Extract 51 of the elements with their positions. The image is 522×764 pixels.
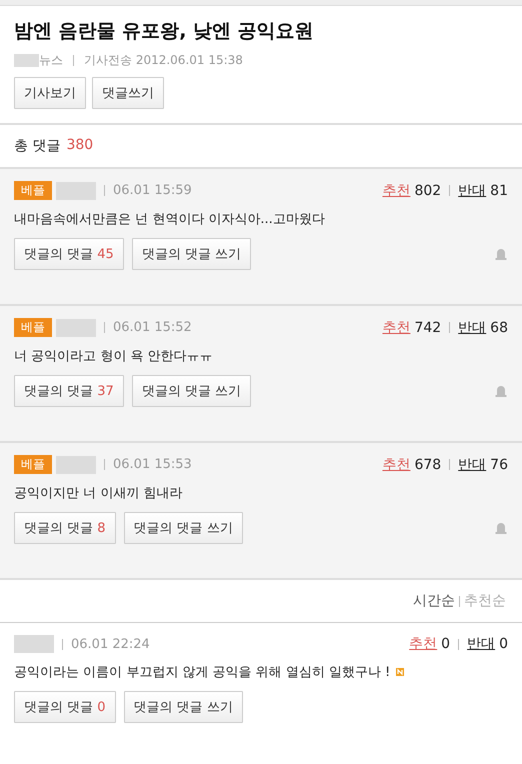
comment-text: 너 공익이라고 형이 욕 안한다ㅠㅠ [14,348,214,365]
dislike-count: 76 [490,456,508,472]
like-count: 678 [414,456,442,472]
replies-button[interactable]: 댓글의 댓글 45 [14,238,124,270]
dislike-link[interactable]: 반대 [458,318,486,336]
dislike-count: 68 [490,320,508,336]
like-link[interactable]: 추천 [382,456,410,474]
like-link[interactable]: 추천 [382,318,410,336]
article-title: 밤엔 음란물 유포왕, 낮엔 공익요원 [14,19,315,44]
redacted-block [14,54,39,67]
best-badge: 베플 [14,181,52,200]
like-link[interactable]: 추천 [409,635,438,653]
sort-tab[interactable]: 시간순 [413,592,455,610]
like-count: 802 [414,182,442,198]
total-label: 총 댓글 [14,137,60,155]
replies-button[interactable]: 댓글의 댓글 37 [14,375,124,407]
comment-time: 06.01 22:24 [71,636,150,652]
like-count: 0 [441,636,450,652]
like-count: 742 [414,320,442,336]
redacted-name [14,635,54,653]
dislike-link[interactable]: 반대 [467,635,496,653]
siren-icon[interactable] [494,247,508,261]
comment-time: 06.01 15:59 [113,183,192,198]
best-badge: 베플 [14,318,52,337]
dislike-count: 81 [490,182,508,198]
redacted-name [56,182,96,200]
sent-time: 기사전송 2012.06.01 15:38 [84,52,243,69]
dislike-link[interactable]: 반대 [458,456,486,474]
comment-text: 공익이지만 너 이새끼 힘내라 [14,485,184,502]
write-reply-button[interactable]: 댓글의 댓글 쓰기 [132,375,252,407]
comment-time: 06.01 15:52 [113,320,192,335]
like-link[interactable]: 추천 [382,182,410,200]
write-reply-button[interactable]: 댓글의 댓글 쓰기 [132,238,252,270]
siren-icon[interactable] [494,521,508,535]
replies-button[interactable]: 댓글의 댓글 8 [14,512,116,544]
write-reply-button[interactable]: 댓글의 댓글 쓰기 [124,691,243,723]
comment-text: 공익이라는 이름이 부끄럽지 않게 공익을 위해 열심히 일했구나 ! [14,664,390,681]
write-reply-button[interactable]: 댓글의 댓글 쓰기 [124,512,243,544]
comment-count: 380 [66,137,94,155]
redacted-name [56,318,96,336]
best-badge: 베플 [14,455,52,474]
comment-text: 내마음속에서만큼은 넌 현역이다 이자식아...고마웠다 [14,211,326,228]
redacted-name [56,456,96,474]
siren-icon[interactable] [494,384,508,398]
dislike-link[interactable]: 반대 [458,182,486,200]
news-source: 뉴스 [39,52,63,69]
dislike-count: 0 [499,636,508,652]
comment-time: 06.01 15:53 [113,457,192,472]
article-button[interactable]: 기사보기 [14,77,86,109]
article-button[interactable]: 댓글쓰기 [92,77,164,109]
replies-button[interactable]: 댓글의 댓글 0 [14,691,116,723]
